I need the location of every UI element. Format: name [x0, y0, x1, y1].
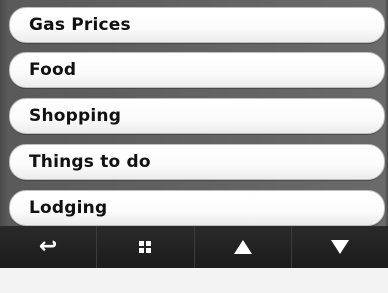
- menu-item-label: Gas Prices: [29, 15, 131, 35]
- bottom-toolbar: ↩: [0, 226, 388, 293]
- menu-item-lodging[interactable]: Lodging: [9, 190, 385, 226]
- menu-item-label: Shopping: [29, 106, 122, 126]
- menu-item-things-to-do[interactable]: Things to do: [9, 144, 385, 180]
- scroll-up-button[interactable]: [195, 226, 292, 268]
- menu-item-gas-prices[interactable]: Gas Prices: [9, 7, 385, 43]
- menu-item-shopping[interactable]: Shopping: [9, 98, 385, 134]
- menu-button[interactable]: [97, 226, 195, 268]
- menu-item-label: Things to do: [29, 152, 151, 172]
- grid-menu-icon: [139, 241, 152, 253]
- scroll-down-button[interactable]: [292, 226, 388, 268]
- menu-item-food[interactable]: Food: [9, 52, 385, 88]
- menu-item-label: Lodging: [29, 198, 108, 218]
- scroll-up-icon: [233, 240, 252, 254]
- back-arrow-icon: ↩: [38, 234, 58, 259]
- scroll-down-icon: [330, 240, 349, 254]
- toolbar-bar: ↩: [0, 226, 388, 268]
- category-list: Gas Prices Food Shopping Things to do Lo…: [0, 0, 388, 226]
- menu-item-label: Food: [29, 60, 77, 80]
- back-button[interactable]: ↩: [0, 226, 98, 268]
- device-screen: Gas Prices Food Shopping Things to do Lo…: [0, 0, 388, 293]
